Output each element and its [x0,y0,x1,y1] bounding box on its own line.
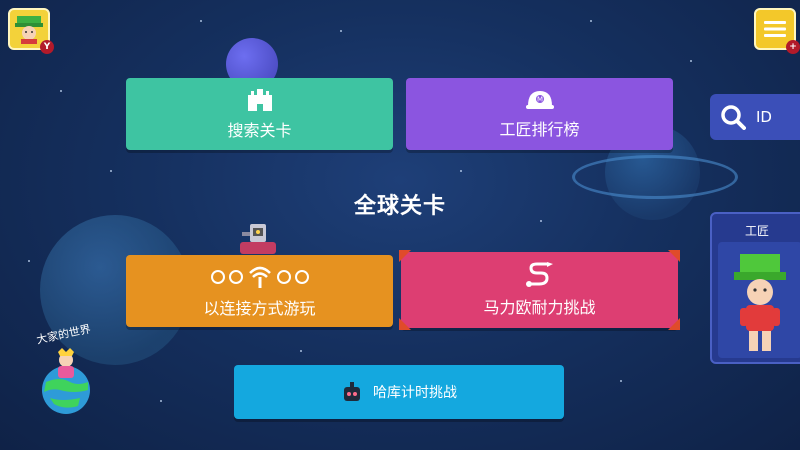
id-search-button[interactable]: ID [710,94,800,140]
avatar-icon [15,16,43,44]
plus-icon: + [786,40,800,54]
maker-ranking-button[interactable]: M 工匠排行榜 [406,78,673,150]
endless-challenge-label: 马力欧耐力挑战 [483,298,596,317]
helmet-icon: M [525,91,554,109]
super-world-button[interactable]: 大家的世界 [30,320,120,420]
time-challenge-button[interactable]: 哈库计时挑战 [234,365,564,419]
maker-character [718,242,800,358]
time-challenge-label: 哈库计时挑战 [373,385,457,401]
user-avatar-button[interactable]: Y [8,8,54,54]
maker-title: 工匠 [744,224,769,238]
castle-icon [247,87,272,111]
network-play-label: 以连接方式游玩 [203,299,316,318]
search-courses-button[interactable]: 搜索关卡 [126,78,393,150]
endless-challenge-button[interactable]: 马力欧耐力挑战 [399,250,680,330]
planet-ring [572,155,738,199]
globe-icon [42,348,90,414]
network-play-button[interactable]: 以连接方式游玩 [126,255,393,327]
robot-mask-icon [344,382,360,401]
search-courses-label: 搜索关卡 [227,121,292,140]
maker-profile-panel[interactable]: 工匠 [710,212,800,364]
robot-icon [240,224,276,254]
maker-ranking-label: 工匠排行榜 [499,120,580,139]
id-search-label: ID [756,108,772,126]
search-icon [721,105,746,130]
mii-character-icon [734,254,786,351]
menu-button[interactable]: + [754,8,800,54]
page-title: 全球关卡 [353,194,446,219]
hamburger-icon [764,21,786,37]
avatar-badge: Y [40,40,54,54]
path-icon [525,262,553,287]
wifi-icon [210,266,309,288]
svg-text:M: M [536,96,542,104]
